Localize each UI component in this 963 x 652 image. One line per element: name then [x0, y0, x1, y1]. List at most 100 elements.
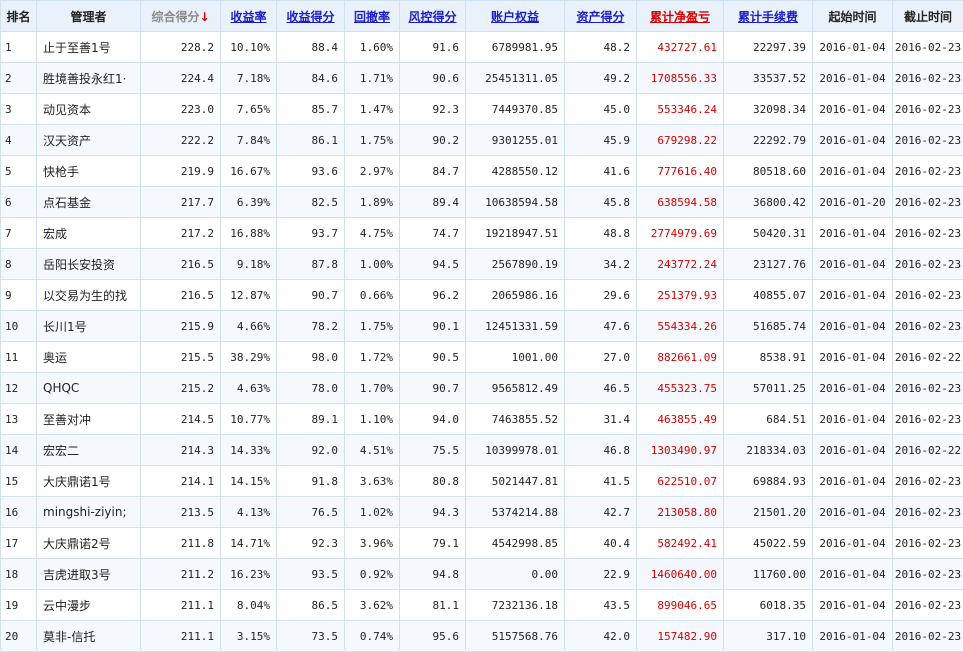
start-date-cell: 2016-01-04: [813, 373, 893, 404]
col-risk-score-sort[interactable]: 风控得分: [400, 1, 466, 32]
equity-cell: 19218947.51: [466, 218, 565, 249]
rank-cell: 9: [1, 280, 37, 311]
col-return-score-sort[interactable]: 收益得分: [277, 1, 345, 32]
equity-cell: 1001.00: [466, 342, 565, 373]
end-date-cell: 2016-02-22: [893, 342, 963, 373]
return-score-cell: 76.5: [277, 497, 345, 528]
cum-fee-cell: 45022.59: [724, 528, 813, 559]
end-date-cell: 2016-02-22: [893, 435, 963, 466]
rank-cell: 12: [1, 373, 37, 404]
col-cum-fee-sort[interactable]: 累计手续费: [724, 1, 813, 32]
table-row: 4汉天资产222.27.84%86.11.75%90.29301255.0145…: [1, 125, 963, 156]
risk-score-cell: 90.5: [400, 342, 466, 373]
return-rate-cell: 4.66%: [221, 311, 277, 342]
manager-cell: 快枪手: [37, 156, 141, 187]
cum-fee-cell: 22292.79: [724, 125, 813, 156]
rank-cell: 18: [1, 559, 37, 590]
start-date-cell: 2016-01-04: [813, 218, 893, 249]
cum-pnl-cell: 463855.49: [637, 404, 724, 435]
rank-cell: 2: [1, 63, 37, 94]
manager-cell: 动见资本: [37, 94, 141, 125]
cum-pnl-cell: 777616.40: [637, 156, 724, 187]
start-date-cell: 2016-01-04: [813, 311, 893, 342]
rank-cell: 11: [1, 342, 37, 373]
table-row: 5快枪手219.916.67%93.62.97%84.74288550.1241…: [1, 156, 963, 187]
asset-score-cell: 45.0: [565, 94, 637, 125]
drawdown-cell: 4.51%: [345, 435, 400, 466]
score-cell: 228.2: [141, 32, 221, 63]
col-return-rate-sort[interactable]: 收益率: [221, 1, 277, 32]
drawdown-cell: 1.72%: [345, 342, 400, 373]
table-row: 8岳阳长安投资216.59.18%87.81.00%94.52567890.19…: [1, 249, 963, 280]
manager-cell: 至善对冲: [37, 404, 141, 435]
rank-cell: 17: [1, 528, 37, 559]
col-drawdown-sort[interactable]: 回撤率: [345, 1, 400, 32]
col-cum-pnl-sort[interactable]: 累计净盈亏: [637, 1, 724, 32]
manager-cell: 以交易为生的找: [37, 280, 141, 311]
drawdown-cell: 1.75%: [345, 311, 400, 342]
return-score-cell: 86.5: [277, 590, 345, 621]
return-rate-cell: 4.63%: [221, 373, 277, 404]
cum-pnl-cell: 1708556.33: [637, 63, 724, 94]
asset-score-cell: 45.9: [565, 125, 637, 156]
return-score-cell: 92.3: [277, 528, 345, 559]
risk-score-cell: 90.2: [400, 125, 466, 156]
score-cell: 214.5: [141, 404, 221, 435]
return-rate-cell: 38.29%: [221, 342, 277, 373]
manager-cell: 长川1号: [37, 311, 141, 342]
asset-score-cell: 29.6: [565, 280, 637, 311]
return-score-cell: 92.0: [277, 435, 345, 466]
manager-cell: 宏宏二: [37, 435, 141, 466]
ranking-table: 排名 管理者 综合得分↓ 收益率 收益得分 回撤率 风控得分 账户权益 资产得分…: [0, 0, 963, 652]
drawdown-cell: 1.71%: [345, 63, 400, 94]
return-score-cell: 93.6: [277, 156, 345, 187]
asset-score-cell: 47.6: [565, 311, 637, 342]
cum-pnl-cell: 899046.65: [637, 590, 724, 621]
return-rate-cell: 14.15%: [221, 466, 277, 497]
cum-pnl-cell: 638594.58: [637, 187, 724, 218]
col-score-sort[interactable]: 综合得分↓: [141, 1, 221, 32]
score-cell: 215.9: [141, 311, 221, 342]
manager-cell: 大庆鼎诺1号: [37, 466, 141, 497]
return-rate-cell: 10.77%: [221, 404, 277, 435]
asset-score-cell: 49.2: [565, 63, 637, 94]
manager-cell: mingshi-ziyin;: [37, 497, 141, 528]
asset-score-cell: 41.6: [565, 156, 637, 187]
score-cell: 211.8: [141, 528, 221, 559]
drawdown-cell: 1.47%: [345, 94, 400, 125]
return-score-cell: 85.7: [277, 94, 345, 125]
return-rate-cell: 8.04%: [221, 590, 277, 621]
cum-fee-cell: 36800.42: [724, 187, 813, 218]
equity-cell: 7232136.18: [466, 590, 565, 621]
cum-fee-cell: 57011.25: [724, 373, 813, 404]
return-score-cell: 86.1: [277, 125, 345, 156]
col-equity-sort[interactable]: 账户权益: [466, 1, 565, 32]
start-date-cell: 2016-01-04: [813, 63, 893, 94]
drawdown-cell: 3.96%: [345, 528, 400, 559]
risk-score-cell: 92.3: [400, 94, 466, 125]
end-date-cell: 2016-02-23: [893, 373, 963, 404]
asset-score-cell: 48.2: [565, 32, 637, 63]
risk-score-cell: 79.1: [400, 528, 466, 559]
score-cell: 222.2: [141, 125, 221, 156]
risk-score-cell: 84.7: [400, 156, 466, 187]
equity-cell: 7463855.52: [466, 404, 565, 435]
score-cell: 216.5: [141, 280, 221, 311]
risk-score-cell: 90.1: [400, 311, 466, 342]
equity-cell: 2065986.16: [466, 280, 565, 311]
return-rate-cell: 4.13%: [221, 497, 277, 528]
equity-cell: 25451311.05: [466, 63, 565, 94]
return-score-cell: 87.8: [277, 249, 345, 280]
end-date-cell: 2016-02-23: [893, 466, 963, 497]
cum-pnl-cell: 455323.75: [637, 373, 724, 404]
score-cell: 215.2: [141, 373, 221, 404]
col-asset-score-sort[interactable]: 资产得分: [565, 1, 637, 32]
risk-score-cell: 80.8: [400, 466, 466, 497]
start-date-cell: 2016-01-04: [813, 32, 893, 63]
asset-score-cell: 27.0: [565, 342, 637, 373]
table-row: 18吉虎进取3号211.216.23%93.50.92%94.80.0022.9…: [1, 559, 963, 590]
end-date-cell: 2016-02-23: [893, 32, 963, 63]
score-cell: 219.9: [141, 156, 221, 187]
table-body: 1止于至善1号228.210.10%88.41.60%91.66789981.9…: [1, 32, 963, 652]
return-rate-cell: 14.33%: [221, 435, 277, 466]
